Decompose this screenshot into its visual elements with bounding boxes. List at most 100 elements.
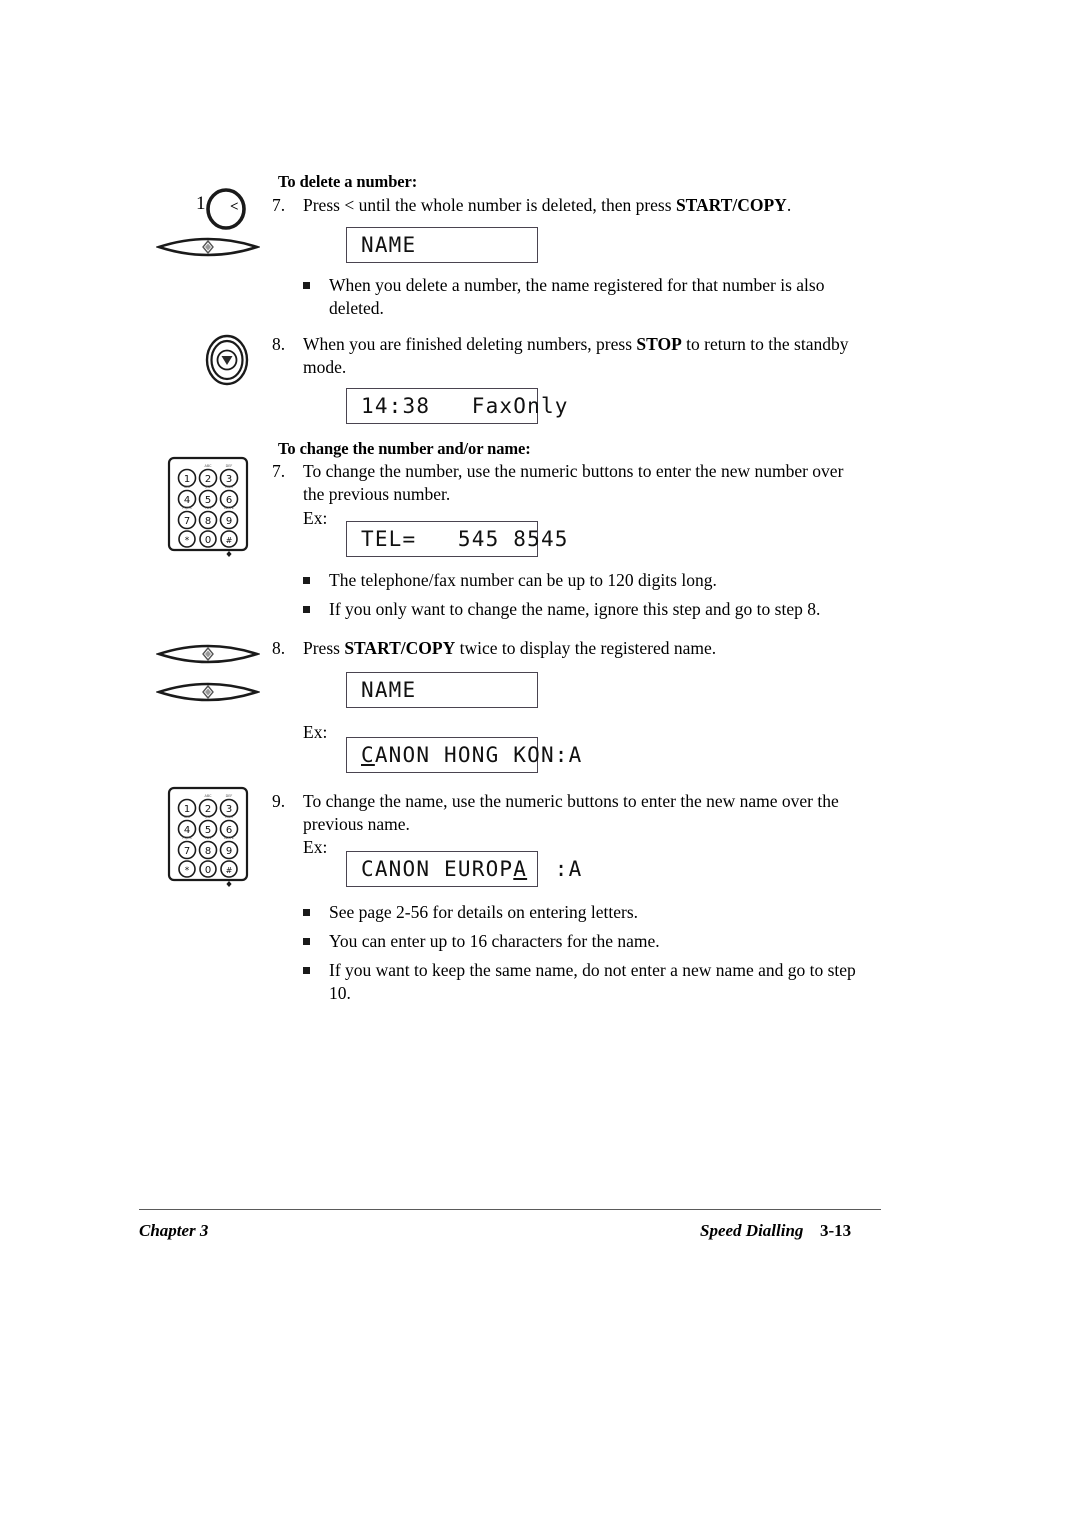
step-text-8-change-post: twice to display the registered name.	[455, 638, 717, 658]
svg-text:WXYZ: WXYZ	[224, 506, 235, 510]
svg-text:3: 3	[226, 804, 232, 815]
svg-text:*: *	[185, 866, 190, 876]
svg-text:9: 9	[226, 516, 232, 527]
step-number-9-change: 9.	[272, 791, 286, 811]
svg-text:MNO: MNO	[225, 815, 233, 819]
example-label-hong-kong: Ex:	[303, 722, 328, 742]
lcd-display-canon-europa: CANON EUROPA :A	[346, 851, 581, 887]
svg-text:JKL: JKL	[204, 485, 210, 489]
step-text-8-delete-pre: When you are finished deleting numbers, …	[303, 334, 637, 354]
lcd-display-canon-hong-kong: CANON HONG KON:A	[346, 737, 581, 773]
svg-text:GHI: GHI	[184, 815, 190, 819]
lcd-text-tail: ANON HONG KON:A	[374, 743, 583, 767]
note-bullet-see-page: See page 2-56 for details on entering le…	[303, 901, 878, 927]
note-bullet-keep-name: If you want to keep the same name, do no…	[303, 959, 863, 1007]
svg-text:*: *	[185, 536, 190, 546]
bullet-square-icon	[303, 282, 310, 289]
svg-text:5: 5	[205, 825, 211, 836]
svg-text:DEF: DEF	[226, 794, 233, 798]
svg-text:WXYZ: WXYZ	[224, 836, 235, 840]
lcd-cursor-char: C	[361, 743, 375, 767]
start-copy-button-icon-second	[156, 674, 260, 710]
note-bullet-delete-name: When you delete a number, the name regis…	[303, 274, 878, 322]
svg-text:1: 1	[184, 804, 190, 815]
stop-keyword: STOP	[636, 334, 682, 354]
numeric-keypad-icon-name: 1 2 3 4 5 6 7 8 9 * 0 # ABC DEF GHI JKL MNO PQRS TUV…	[167, 786, 249, 888]
lcd-display-name-2: NAME	[346, 672, 538, 708]
lcd-text-name-1: NAME	[361, 233, 417, 257]
footer-section: Speed Dialling	[700, 1221, 804, 1240]
start-copy-button-icon-first	[156, 636, 260, 672]
svg-text:TUV: TUV	[204, 836, 213, 840]
example-label-europa: Ex:	[303, 837, 328, 857]
svg-text:8: 8	[205, 516, 211, 527]
svg-text:3: 3	[226, 474, 232, 485]
svg-text:4: 4	[184, 825, 190, 836]
manual-page: 1 < 1 2 3 4 5 6 7 8 9 * 0 # ABC DEF GHI …	[0, 0, 1080, 1528]
note-bullet-16-chars: You can enter up to 16 characters for th…	[303, 930, 878, 956]
footer-divider	[139, 1209, 881, 1211]
lcd-text-head: CANON EUROP	[361, 857, 514, 881]
svg-text:1: 1	[184, 474, 190, 485]
svg-text:4: 4	[184, 495, 190, 506]
svg-text:8: 8	[205, 846, 211, 857]
bullet-square-icon	[303, 606, 310, 613]
svg-text:6: 6	[226, 825, 232, 836]
start-copy-keyword: START/COPY	[675, 195, 787, 215]
section-heading-delete: To delete a number:	[278, 172, 418, 191]
svg-text:ABC: ABC	[205, 794, 213, 798]
step-text-7-delete-pre: Press < until the whole number is delete…	[303, 195, 676, 215]
start-copy-button-icon	[156, 229, 260, 265]
step-number-7-delete: 7.	[272, 195, 286, 215]
svg-text:TUV: TUV	[204, 506, 213, 510]
lcd-text-canon-europa: CANON EUROPA :A	[347, 857, 583, 881]
lcd-text-tel: TEL= 545 8545	[361, 527, 569, 551]
svg-text:MNO: MNO	[225, 485, 233, 489]
svg-text:7: 7	[184, 846, 190, 857]
svg-text:2: 2	[205, 474, 211, 485]
svg-text:9: 9	[226, 846, 232, 857]
note-bullet-text: The telephone/fax number can be up to 12…	[329, 570, 717, 590]
footer-page-number: 3-13	[820, 1221, 852, 1240]
stop-button-icon	[205, 334, 249, 386]
bullet-square-icon	[303, 909, 310, 916]
svg-text:7: 7	[184, 516, 190, 527]
step-text-7-delete-post: .	[786, 195, 792, 215]
step-text-8-change: Press START/COPY twice to display the re…	[303, 637, 873, 660]
bullet-square-icon	[303, 938, 310, 945]
start-copy-keyword: START/COPY	[344, 638, 456, 658]
footer-chapter: Chapter 3	[139, 1221, 209, 1240]
note-bullet-text: If you only want to change the name, ign…	[329, 599, 821, 619]
example-label-tel: Ex:	[303, 508, 328, 528]
lcd-display-tel: TEL= 545 8545	[346, 521, 567, 557]
step-text-7-delete: Press < until the whole number is delete…	[303, 194, 875, 217]
numeric-keypad-icon: 1 2 3 4 5 6 7 8 9 * 0 # ABC DEF GHI JKL MNO PQRS TUV…	[167, 456, 249, 558]
lcd-display-standby: 14:38 FaxOnly	[346, 388, 567, 424]
step-text-7-change: To change the number, use the numeric bu…	[303, 461, 844, 504]
lcd-display-name-1: NAME	[346, 227, 538, 263]
svg-text:ABC: ABC	[205, 464, 213, 468]
note-bullet-text: If you want to keep the same name, do no…	[329, 960, 856, 1003]
lcd-text-canon-hong-kong: CANON HONG KON:A	[347, 743, 583, 767]
note-bullet-ignore-step: If you only want to change the name, ign…	[303, 598, 883, 624]
step-text-8-change-pre: Press	[303, 638, 345, 658]
svg-text:GHI: GHI	[184, 485, 190, 489]
svg-text:0: 0	[205, 865, 211, 876]
svg-text:#: #	[226, 536, 233, 545]
svg-text:#: #	[226, 866, 233, 875]
note-bullet-text: When you delete a number, the name regis…	[329, 275, 825, 318]
step-number-8-change: 8.	[272, 638, 286, 658]
step-text-8-delete: When you are finished deleting numbers, …	[303, 333, 881, 378]
lcd-text-name-2: NAME	[361, 678, 417, 702]
svg-text:6: 6	[226, 495, 232, 506]
back-arrow-icon: <	[230, 199, 239, 215]
svg-text:PQRS: PQRS	[182, 836, 191, 840]
section-heading-change: To change the number and/or name:	[278, 439, 531, 458]
svg-text:JKL: JKL	[204, 815, 210, 819]
one-touch-dial-label: 1	[196, 193, 206, 214]
lcd-text-standby: 14:38 FaxOnly	[361, 394, 569, 418]
svg-text:PQRS: PQRS	[182, 506, 191, 510]
lcd-cursor-char: A	[513, 857, 528, 881]
svg-text:0: 0	[205, 535, 211, 546]
svg-text:2: 2	[205, 804, 211, 815]
